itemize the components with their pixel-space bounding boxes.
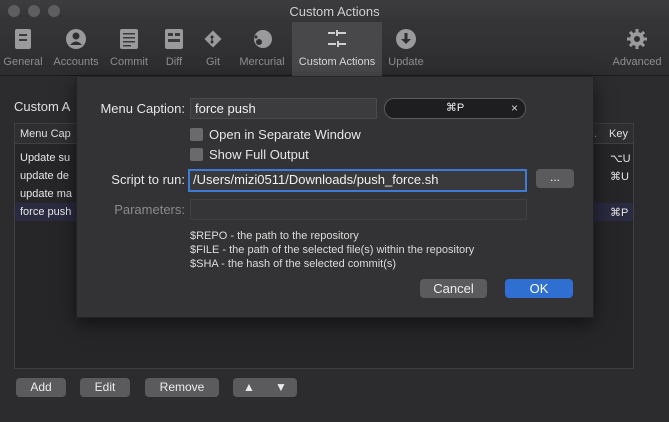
git-icon: [196, 22, 230, 56]
script-label: Script to run:: [111, 172, 185, 187]
tab-diff[interactable]: Diff: [156, 22, 192, 76]
preferences-toolbar: General Accounts Commit Diff Git Mercuri…: [0, 22, 669, 76]
column-header-key[interactable]: Key: [609, 128, 628, 140]
column-header-caption[interactable]: Menu Cap: [20, 128, 71, 140]
window-title: Custom Actions: [289, 4, 380, 19]
open-separate-window-checkbox[interactable]: Open in Separate Window: [190, 127, 361, 142]
help-repo: $REPO - the path to the repository: [190, 230, 359, 242]
cancel-button[interactable]: Cancel: [420, 279, 487, 298]
tab-advanced[interactable]: Advanced: [608, 22, 666, 76]
shortcut-recorder[interactable]: ⌘P ×: [384, 98, 526, 119]
checkbox-box: [190, 128, 203, 141]
browse-button[interactable]: ...: [536, 169, 574, 188]
update-icon: [384, 22, 428, 56]
shortcut-value: ⌘P: [445, 102, 465, 114]
help-file: $FILE - the path of the selected file(s)…: [190, 244, 475, 256]
tab-mercurial[interactable]: Mercurial: [234, 22, 290, 76]
mercurial-icon: [234, 22, 290, 56]
edit-button[interactable]: Edit: [80, 378, 130, 397]
commit-icon: [106, 22, 152, 56]
accounts-icon: [50, 22, 102, 56]
parameters-label: Parameters:: [114, 202, 185, 217]
tab-git[interactable]: Git: [196, 22, 230, 76]
menu-caption-field[interactable]: force push: [190, 98, 377, 119]
tab-accounts[interactable]: Accounts: [50, 22, 102, 76]
general-icon: [0, 22, 46, 56]
gear-icon: [608, 22, 666, 56]
section-title: Custom A: [14, 99, 71, 114]
title-bar: Custom Actions: [0, 0, 669, 22]
custom-actions-icon: [292, 22, 382, 56]
remove-button[interactable]: Remove: [145, 378, 219, 397]
parameters-field[interactable]: [190, 199, 527, 220]
reorder-segmented-control: ▲ ▼: [233, 378, 297, 397]
checkbox-box: [190, 148, 203, 161]
tab-custom-actions[interactable]: Custom Actions: [292, 22, 382, 76]
move-down-button[interactable]: ▼: [265, 378, 297, 397]
show-full-output-checkbox[interactable]: Show Full Output: [190, 147, 309, 162]
help-sha: $SHA - the hash of the selected commit(s…: [190, 258, 397, 270]
script-path-field[interactable]: /Users/mizi0511/Downloads/push_force.sh: [188, 169, 527, 192]
tab-general[interactable]: General: [0, 22, 46, 76]
tab-update[interactable]: Update: [384, 22, 428, 76]
add-button[interactable]: Add: [16, 378, 66, 397]
diff-icon: [156, 22, 192, 56]
ok-button[interactable]: OK: [505, 279, 573, 298]
edit-action-sheet: Menu Caption: force push ⌘P × Open in Se…: [76, 77, 594, 318]
move-up-button[interactable]: ▲: [233, 378, 265, 397]
clear-shortcut-icon[interactable]: ×: [511, 99, 518, 118]
menu-caption-label: Menu Caption:: [100, 101, 185, 116]
tab-commit[interactable]: Commit: [106, 22, 152, 76]
